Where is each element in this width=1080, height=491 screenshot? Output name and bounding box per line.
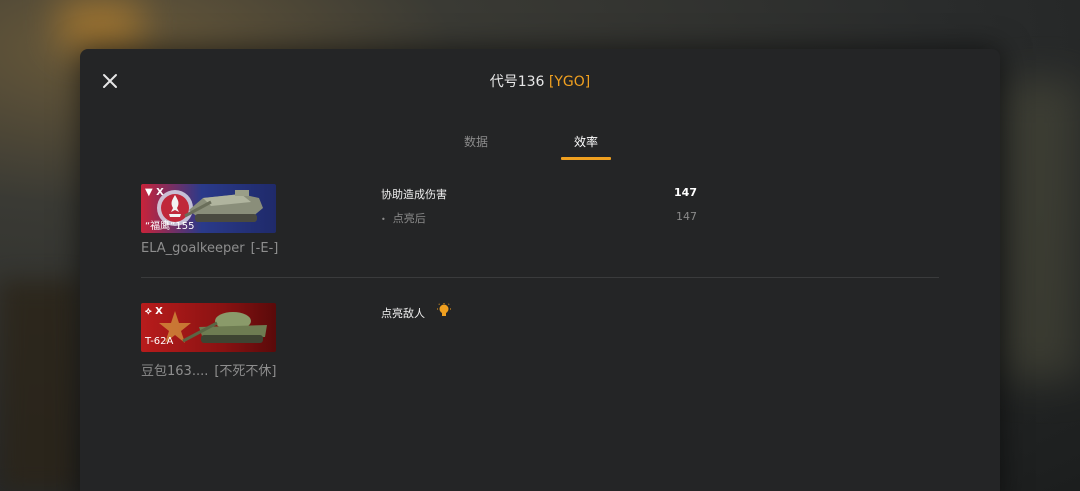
modal-title: 代号136 [YGO]: [80, 71, 1000, 91]
tab-data[interactable]: 数据: [451, 133, 501, 150]
stat-label: 协助造成伤害: [381, 188, 447, 201]
vehicle-name: T-62A: [145, 336, 174, 347]
background-highlight: [60, 0, 140, 50]
elite-icon: ⟡: [145, 306, 152, 317]
lightbulb-icon: [437, 303, 451, 316]
stat-label: 点亮敌人: [381, 307, 425, 320]
player-name: 代号136: [489, 74, 545, 90]
background-shadow: [0, 280, 80, 491]
player-nickname: 豆包163....: [141, 364, 209, 379]
divider: [141, 277, 939, 278]
player-clan: [-E-]: [250, 241, 279, 256]
player-nickname: ELA_goalkeeper: [141, 241, 245, 256]
tank-image: [182, 312, 267, 343]
vehicle-card[interactable]: ⟡ X T-62A: [141, 303, 276, 352]
sub-stat-label: • 点亮后: [381, 210, 426, 226]
tab-bar: 数据 效率: [80, 133, 1000, 161]
vehicle-card[interactable]: ▼ X “福鹰”155: [141, 184, 276, 233]
sub-stat-text: 点亮后: [392, 212, 426, 225]
clan-tag: [YGO]: [548, 74, 591, 90]
background-edge: [1000, 80, 1080, 380]
vehicle-tier: ▼ X: [145, 187, 164, 198]
tank-image: [184, 190, 263, 222]
bullet-icon: •: [381, 215, 386, 224]
tab-efficiency[interactable]: 效率: [561, 133, 611, 150]
player-label: 豆包163.... [不死不休]: [141, 360, 277, 379]
player-label: ELA_goalkeeper [-E-]: [141, 241, 278, 256]
tier-text: X: [155, 306, 163, 317]
player-stats-modal: 代号136 [YGO] 数据 效率 ▼ X “福鹰”155 ELA_goalke…: [80, 49, 1000, 491]
active-tab-indicator: [561, 157, 611, 160]
player-clan: [不死不休]: [214, 364, 277, 379]
vehicle-name: “福鹰”155: [145, 221, 195, 232]
sub-stat-value: 147: [676, 210, 697, 223]
vehicle-tier: ⟡ X: [145, 306, 163, 317]
stat-value: 147: [674, 186, 697, 199]
